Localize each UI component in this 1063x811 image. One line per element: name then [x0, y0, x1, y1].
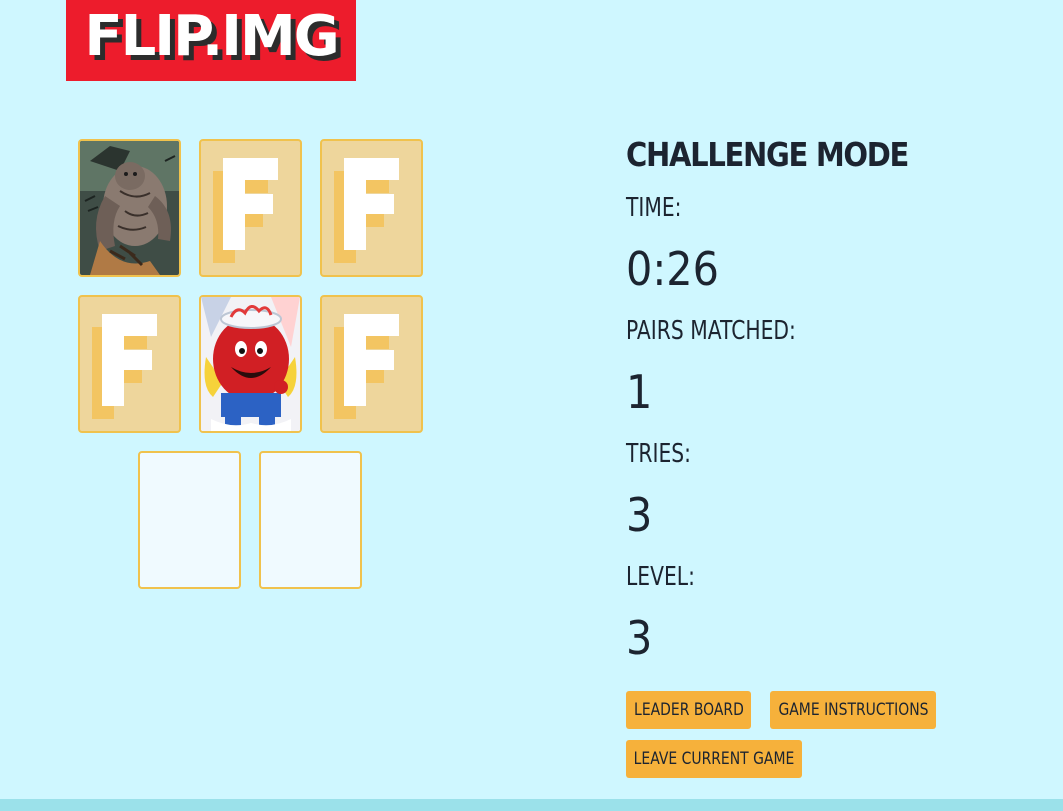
tries-value: 3: [626, 488, 653, 542]
f-logo-icon: [334, 158, 399, 263]
game-instructions-button[interactable]: GAME INSTRUCTIONS: [770, 691, 936, 729]
leader-board-button[interactable]: LEADER BOARD: [626, 691, 751, 729]
pairs-matched-label: PAIRS MATCHED:: [626, 316, 796, 346]
pairs-matched-value: 1: [626, 365, 653, 419]
f-logo-icon: [334, 314, 399, 419]
time-label: TIME:: [626, 193, 682, 223]
card-empty-slot: [259, 451, 362, 589]
card-face-creature[interactable]: [78, 139, 181, 277]
logo[interactable]: FLIP.IMG: [66, 0, 356, 81]
tries-label: TRIES:: [626, 439, 691, 469]
card-back[interactable]: [78, 295, 181, 433]
card-face-pitcher[interactable]: [199, 295, 302, 433]
game-instructions-label: GAME INSTRUCTIONS: [777, 700, 929, 720]
card-back[interactable]: [320, 139, 423, 277]
f-logo-icon: [92, 314, 157, 419]
level-label: LEVEL:: [626, 562, 695, 592]
level-value: 3: [626, 611, 653, 665]
f-logo-icon: [213, 158, 278, 263]
pitcher-mascot-card-image: [201, 297, 300, 431]
time-value: 0:26: [626, 242, 719, 296]
leader-board-label: LEADER BOARD: [633, 700, 744, 720]
mode-title: CHALLENGE MODE: [626, 135, 909, 174]
card-back[interactable]: [199, 139, 302, 277]
card-back[interactable]: [320, 295, 423, 433]
leave-current-game-label: LEAVE CURRENT GAME: [633, 749, 795, 769]
leave-current-game-button[interactable]: LEAVE CURRENT GAME: [626, 740, 802, 778]
card-empty-slot: [138, 451, 241, 589]
logo-text: FLIP.IMG: [84, 3, 339, 69]
creature-card-image: [80, 141, 179, 275]
footer-bar: [0, 799, 1063, 811]
